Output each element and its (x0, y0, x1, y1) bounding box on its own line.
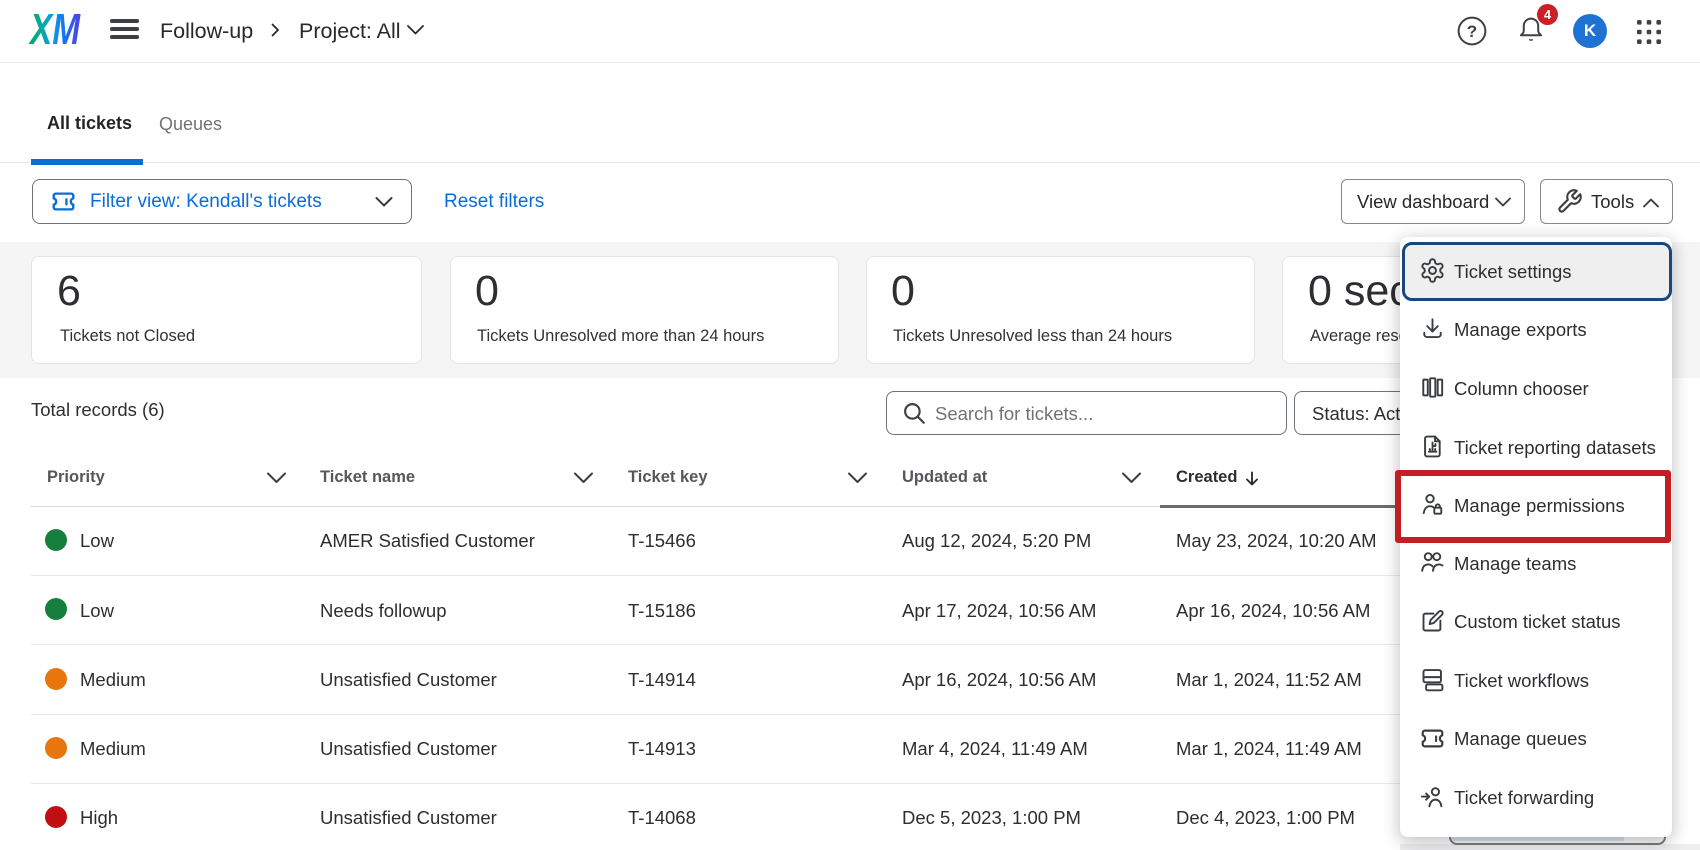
svg-text:?: ? (1467, 22, 1477, 41)
svg-text:XM: XM (28, 6, 81, 54)
